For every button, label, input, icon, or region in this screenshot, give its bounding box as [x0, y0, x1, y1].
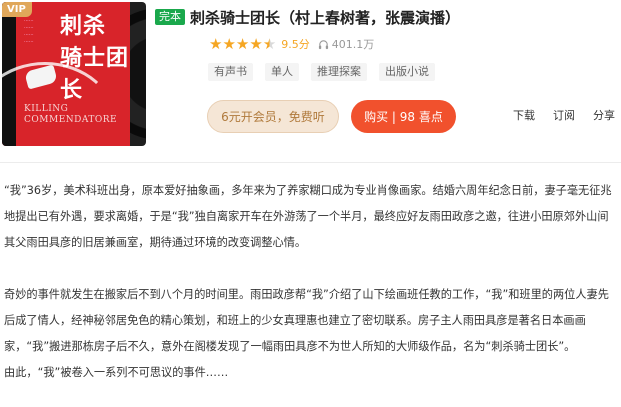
- book-cover[interactable]: ······ ······ ······ ······ 刺杀 骑士团长 KILLING…: [2, 2, 146, 146]
- rating-row: ★ ★ ★ ★ ★ 9.5分 401.1万: [209, 35, 374, 53]
- description-paragraph: “我”36岁，美术科班出身，原本爱好抽象画，多年来为了养家糊口成为专业肖像画家。…: [4, 184, 612, 249]
- buy-button[interactable]: 购买 | 98 喜点: [351, 100, 456, 133]
- half-star-icon: ★: [262, 35, 277, 53]
- cover-title-line2: 骑士团长: [60, 45, 130, 103]
- cover-title-line1: 刺杀: [60, 13, 107, 39]
- action-links: 下载 订阅 分享: [513, 107, 615, 123]
- book-title: 刺杀骑士团长（村上春树著，张震演播）: [190, 8, 461, 27]
- star-icon: ★: [235, 35, 250, 53]
- play-count: 401.1万: [318, 36, 374, 52]
- rating-score: 9.5分: [281, 38, 310, 51]
- star-icon: ★: [249, 35, 263, 53]
- title-row: 完本 刺杀骑士团长（村上春树著，张震演播）: [155, 6, 460, 28]
- tag-item[interactable]: 单人: [265, 63, 299, 81]
- complete-badge: 完本: [155, 9, 185, 25]
- description-paragraph: 奇妙的事件就发生在搬家后不到八个月的时间里。雨田政彦帮“我”介绍了山下绘画班任教…: [4, 288, 609, 353]
- tag-list: 有声书 单人 推理探案 出版小说: [208, 63, 435, 81]
- star-icon: ★: [222, 35, 236, 53]
- tag-item[interactable]: 出版小说: [379, 63, 435, 81]
- description-paragraph: 由此，“我”被卷入一系列不可思议的事件……: [4, 366, 229, 379]
- star-icon: ★: [209, 35, 223, 53]
- download-link[interactable]: 下载: [513, 107, 535, 123]
- share-link[interactable]: 分享: [593, 107, 615, 123]
- membership-button[interactable]: 6元开会员，免费听: [207, 100, 339, 133]
- divider: [0, 162, 621, 163]
- vip-badge: VIP: [2, 2, 32, 17]
- star-rating: ★ ★ ★ ★ ★: [209, 35, 276, 53]
- cover-english-title: KILLING COMMENDATORE: [24, 104, 118, 125]
- tag-item[interactable]: 有声书: [208, 63, 253, 81]
- tag-item[interactable]: 推理探案: [311, 63, 367, 81]
- book-description: “我”36岁，美术科班出身，原本爱好抽象画，多年来为了养家糊口成为专业肖像画家。…: [4, 178, 618, 386]
- headphones-icon: [318, 39, 328, 49]
- subscribe-link[interactable]: 订阅: [553, 107, 575, 123]
